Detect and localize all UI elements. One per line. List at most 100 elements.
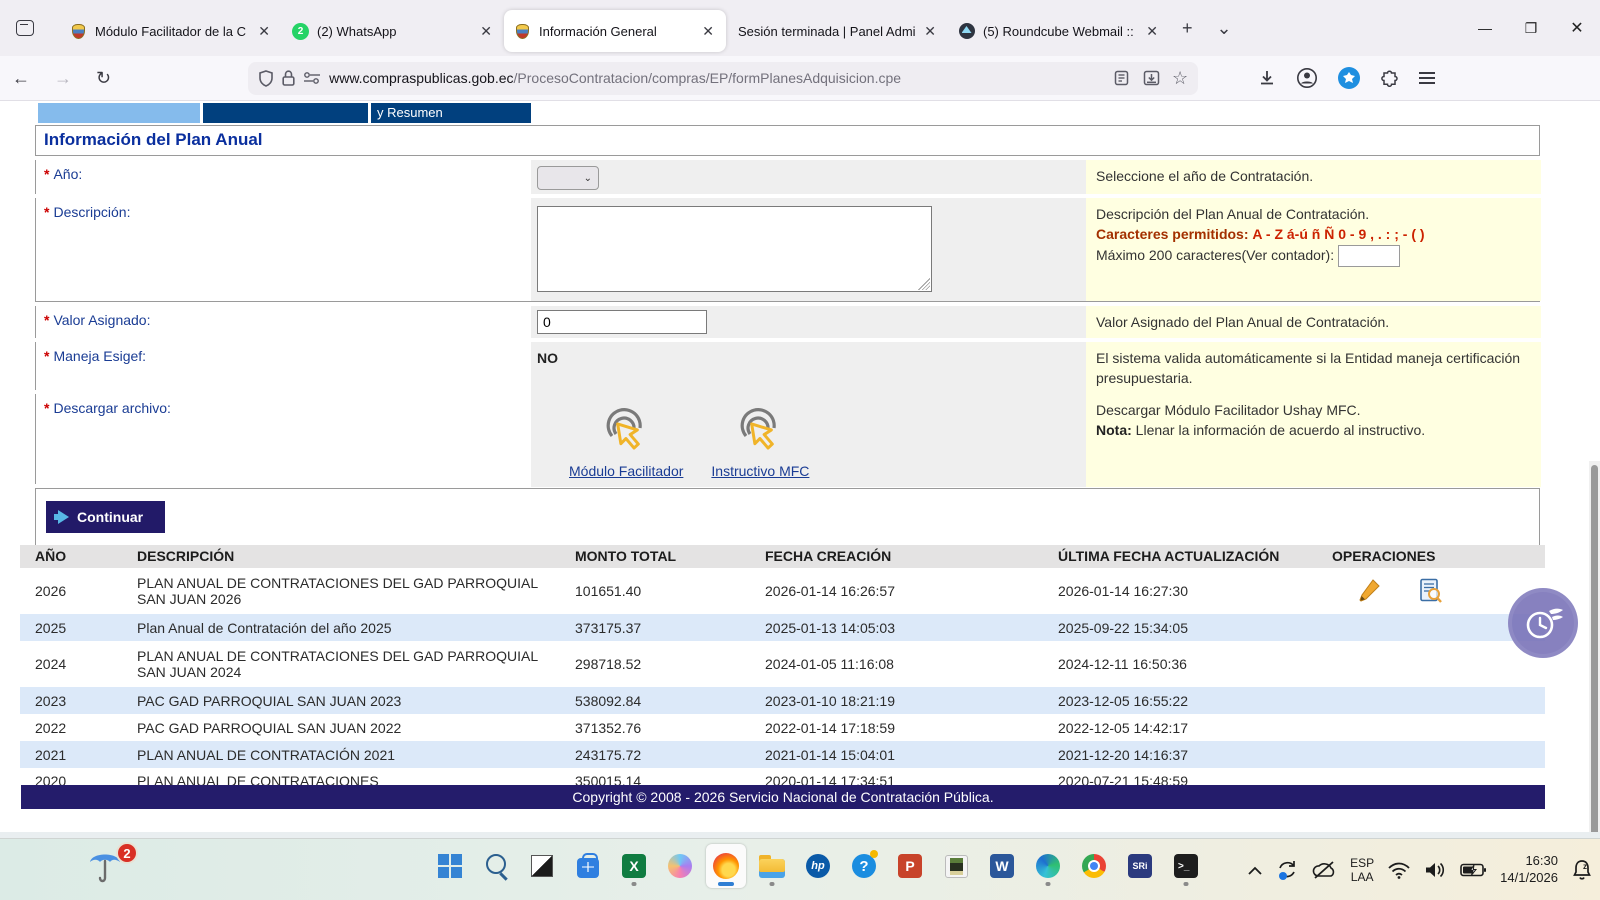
chrome-button[interactable]	[1074, 844, 1114, 888]
view-document-icon[interactable]	[1419, 578, 1443, 604]
word-button[interactable]: W	[982, 844, 1022, 888]
cell-desc: Plan Anual de Contratación del año 2025	[122, 616, 560, 640]
sync-icon[interactable]	[1276, 859, 1298, 881]
instructivo-mfc-download[interactable]: Instructivo MFC	[711, 406, 809, 479]
restore-button[interactable]: ❐	[1508, 0, 1554, 56]
cell-operations	[1317, 574, 1545, 608]
anio-help: Seleccione el año de Contratación.	[1086, 160, 1541, 194]
forward-icon[interactable]: →	[42, 62, 84, 95]
system-tray: ESPLAA 16:3014/1/2026 z	[1248, 839, 1592, 900]
descargar-help: Descargar Módulo Facilitador Ushay MFC. …	[1086, 394, 1541, 487]
edge-button[interactable]	[1028, 844, 1068, 888]
hp-button[interactable]: hp	[798, 844, 838, 888]
anio-select[interactable]: ⌄	[537, 166, 599, 190]
wifi-icon[interactable]	[1388, 862, 1410, 879]
bookmark-star-icon[interactable]: ☆	[1172, 68, 1188, 89]
clock[interactable]: 16:3014/1/2026	[1500, 853, 1558, 887]
resize-grip-icon[interactable]	[918, 278, 930, 290]
menu-hamburger-icon[interactable]	[1419, 72, 1435, 84]
continuar-button[interactable]: Continuar	[46, 501, 165, 533]
cloud-off-icon[interactable]	[1312, 861, 1336, 879]
tab-modulo-facilitador[interactable]: Módulo Facilitador de la C ✕	[60, 10, 282, 52]
reader-mode-icon[interactable]	[1114, 70, 1129, 86]
valor-input[interactable]	[537, 310, 707, 334]
tray-chevron-icon[interactable]	[1248, 866, 1262, 875]
sidebar-tabs-icon[interactable]	[8, 11, 42, 45]
search-button[interactable]	[476, 844, 516, 888]
tab-whatsapp[interactable]: 2 (2) WhatsApp ✕	[282, 10, 504, 52]
close-tab-icon[interactable]: ✕	[920, 21, 940, 42]
downloads-icon[interactable]	[1258, 69, 1276, 87]
help-notification-dot	[870, 850, 878, 858]
descripcion-textarea[interactable]	[537, 206, 932, 292]
battery-icon[interactable]	[1460, 863, 1486, 877]
firefox-button[interactable]	[706, 844, 746, 888]
page-tab-dark[interactable]	[203, 103, 368, 123]
char-counter-input[interactable]	[1338, 245, 1400, 267]
instructivo-mfc-link[interactable]: Instructivo MFC	[711, 463, 809, 479]
help-button[interactable]: ?	[844, 844, 884, 888]
row-anio: *Año: ⌄ Seleccione el año de Contratació…	[35, 160, 1540, 194]
page-footer: Copyright © 2008 - 2026 Servicio Naciona…	[21, 785, 1545, 809]
powerpoint-button[interactable]: P	[890, 844, 930, 888]
weather-widget[interactable]: 2	[88, 846, 138, 894]
col-ano: AÑO	[20, 548, 122, 564]
row-esigef: *Maneja Esigef: NO El sistema valida aut…	[35, 342, 1540, 390]
cell-operations	[1317, 751, 1545, 759]
cell-monto: 101651.40	[560, 579, 750, 603]
close-tab-icon[interactable]: ✕	[698, 21, 718, 42]
ecuador-crest-icon	[70, 23, 87, 40]
cell-desc: PAC GAD PARROQUIAL SAN JUAN 2023	[122, 689, 560, 713]
modulo-facilitador-download[interactable]: Módulo Facilitador	[569, 406, 683, 479]
copilot-button[interactable]	[660, 844, 700, 888]
account-icon[interactable]	[1296, 67, 1318, 89]
back-icon[interactable]: ←	[0, 62, 42, 95]
reload-icon[interactable]: ↻	[84, 62, 123, 95]
close-tab-icon[interactable]: ✕	[1142, 21, 1162, 42]
cell-actualizado: 2026-01-14 16:27:30	[1043, 579, 1317, 603]
close-tab-icon[interactable]: ✕	[476, 21, 496, 42]
new-tab-button[interactable]: +	[1170, 14, 1205, 43]
shield-icon[interactable]	[258, 70, 274, 87]
url-bar[interactable]: www.compraspublicas.gob.ec/ProcesoContra…	[248, 62, 1198, 95]
table-row: 2023 PAC GAD PARROQUIAL SAN JUAN 2023 53…	[20, 687, 1545, 714]
sri-button[interactable]: SRi	[1120, 844, 1160, 888]
edit-pencil-icon[interactable]	[1357, 578, 1381, 604]
start-button[interactable]	[430, 844, 470, 888]
language-indicator[interactable]: ESPLAA	[1350, 856, 1374, 885]
list-tabs-chevron-icon[interactable]: ⌄	[1205, 14, 1244, 43]
terminal-button[interactable]: >_	[1166, 844, 1206, 888]
tab-title: Información General	[539, 24, 698, 39]
page-tab-light[interactable]	[38, 103, 200, 123]
microsoft-store-button[interactable]	[568, 844, 608, 888]
minimize-button[interactable]: —	[1462, 0, 1508, 56]
volume-icon[interactable]	[1424, 861, 1446, 879]
modulo-facilitador-link[interactable]: Módulo Facilitador	[569, 463, 683, 479]
click-download-icon	[732, 406, 788, 458]
floating-clock-widget[interactable]	[1508, 588, 1578, 658]
image-app-button[interactable]	[936, 844, 976, 888]
page-tab-resumen[interactable]: y Resumen	[371, 103, 531, 123]
tab-panel-admin[interactable]: Sesión terminada | Panel Admi ✕	[726, 10, 948, 52]
tab-informacion-general[interactable]: Información General ✕	[504, 10, 726, 52]
cell-monto: 243175.72	[560, 743, 750, 767]
close-tab-icon[interactable]: ✕	[254, 21, 274, 42]
notification-bell-icon[interactable]: z	[1572, 859, 1592, 881]
close-window-button[interactable]: ✕	[1554, 0, 1600, 56]
permissions-icon[interactable]	[303, 72, 321, 84]
extensions-puzzle-icon[interactable]	[1380, 69, 1399, 88]
lock-icon[interactable]	[282, 70, 295, 86]
tab-roundcube[interactable]: (5) Roundcube Webmail :: ✕	[948, 10, 1170, 52]
valor-input-cell	[531, 306, 1086, 338]
firefox-extension-icon[interactable]	[1338, 67, 1360, 89]
excel-icon: X	[622, 854, 646, 878]
table-row: 2024 PLAN ANUAL DE CONTRATACIONES DEL GA…	[20, 641, 1545, 687]
save-page-icon[interactable]	[1143, 70, 1160, 86]
plan-anual-form: Información del Plan Anual *Año: ⌄ Selec…	[35, 125, 1540, 550]
tab-title: (5) Roundcube Webmail ::	[983, 24, 1142, 39]
task-view-button[interactable]	[522, 844, 562, 888]
file-explorer-button[interactable]	[752, 844, 792, 888]
windows-logo-icon	[438, 854, 462, 878]
url-text[interactable]: www.compraspublicas.gob.ec/ProcesoContra…	[329, 70, 1114, 86]
excel-button[interactable]: X	[614, 844, 654, 888]
